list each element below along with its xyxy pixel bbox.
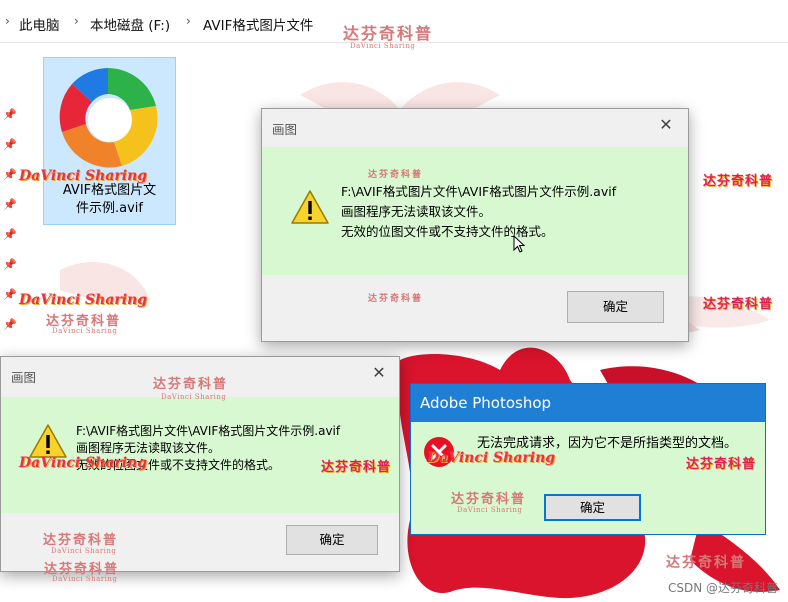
paint-error-dialog: 画图 ✕ F:\AVIF格式图片文件\AVIF格式图片文件示例.avif 画图程… [0, 356, 400, 572]
address-bar[interactable]: › 此电脑 › 本地磁盘 (F:) › AVIF格式图片文件 [0, 0, 788, 43]
warning-icon [29, 424, 67, 458]
pin-icon[interactable]: 📌 [3, 228, 17, 242]
breadcrumb-separator: › [74, 14, 79, 28]
error-message: F:\AVIF格式图片文件\AVIF格式图片文件示例.avif 画图程序无法读取… [341, 184, 617, 239]
photoshop-error-dialog: Adobe Photoshop 无法完成请求，因为它不是所指类型的文档。 确定 … [410, 383, 766, 535]
error-message: 无法完成请求，因为它不是所指类型的文档。 [477, 436, 738, 451]
ok-button[interactable]: 确定 [544, 494, 641, 521]
pin-icon[interactable]: 📌 [3, 318, 17, 332]
pin-icon[interactable]: 📌 [3, 288, 17, 302]
breadcrumb-separator: › [5, 14, 10, 28]
dialog-title: 画图 [272, 122, 298, 137]
watermark: 达芬奇科普 [153, 377, 229, 392]
close-button[interactable]: ✕ [369, 363, 389, 382]
dialog-title-bar: Adobe Photoshop [411, 384, 765, 422]
close-button[interactable]: ✕ [656, 115, 676, 134]
breadcrumb-separator: › [186, 14, 191, 28]
file-item[interactable]: AVIF格式图片文 件示例.avif [43, 57, 176, 225]
warning-icon [291, 190, 329, 224]
error-icon [424, 437, 454, 467]
pin-icon[interactable]: 📌 [3, 168, 17, 182]
pin-icon[interactable]: 📌 [3, 108, 17, 122]
ok-button[interactable]: 确定 [286, 525, 378, 555]
file-name: AVIF格式图片文 件示例.avif [62, 183, 157, 216]
dialog-title: 画图 [11, 370, 37, 385]
dialog-title: Adobe Photoshop [420, 394, 552, 412]
avif-file-icon [59, 68, 158, 168]
breadcrumb-folder[interactable]: AVIF格式图片文件 [203, 14, 313, 34]
breadcrumb-local-disk[interactable]: 本地磁盘 (F:) [90, 14, 170, 34]
pin-icon[interactable]: 📌 [3, 138, 17, 152]
watermark: 达芬奇科普 [368, 294, 424, 304]
pin-icon[interactable]: 📌 [3, 198, 17, 212]
watermark: 达芬奇科普 [43, 533, 119, 548]
paint-error-dialog: 画图 ✕ F:\AVIF格式图片文件\AVIF格式图片文件示例.avif 画图程… [261, 108, 689, 342]
error-message: F:\AVIF格式图片文件\AVIF格式图片文件示例.avif 画图程序无法读取… [76, 424, 341, 472]
csdn-credit: CSDN @达芬奇科普 [667, 581, 778, 595]
mouse-cursor-icon [513, 235, 525, 253]
ok-button[interactable]: 确定 [567, 291, 664, 323]
pin-icon[interactable]: 📌 [3, 258, 17, 272]
breadcrumb-this-pc[interactable]: 此电脑 [19, 14, 60, 34]
watermark: DaVinci Sharing [51, 547, 117, 555]
